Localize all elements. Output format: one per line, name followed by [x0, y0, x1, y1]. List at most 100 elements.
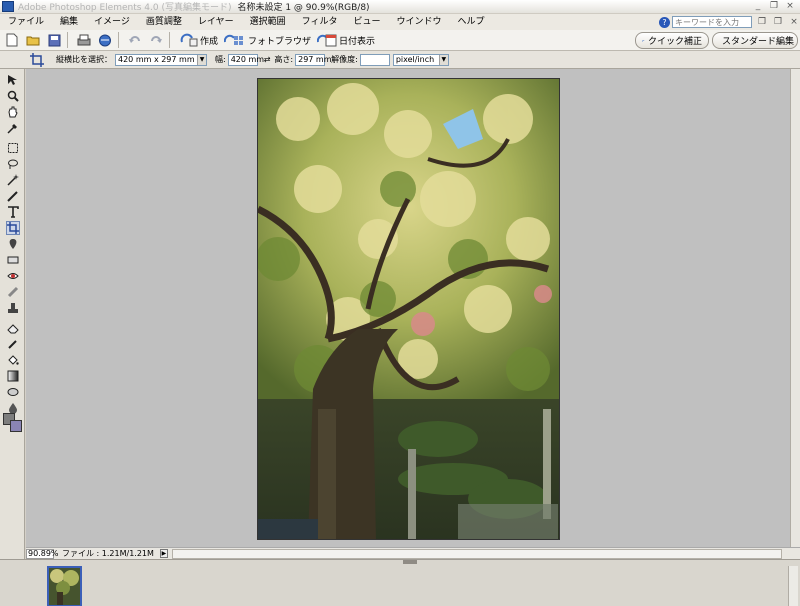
doc-minimize-button[interactable]: ❐: [756, 17, 768, 28]
lasso-tool[interactable]: [6, 157, 20, 171]
help-icon[interactable]: ?: [659, 16, 670, 28]
lasso-icon: [8, 159, 18, 169]
crop-tool-icon[interactable]: [30, 52, 44, 67]
type-tool[interactable]: [6, 205, 20, 219]
toolbar-separator: [169, 32, 170, 48]
online-service-button[interactable]: [96, 31, 114, 49]
resolution-unit-select[interactable]: pixel/inch ▼: [392, 53, 449, 66]
save-button[interactable]: [45, 31, 63, 49]
zoom-tool-icon: [7, 90, 19, 102]
shape-tool[interactable]: [6, 385, 20, 399]
tool-options-bar: 縦横比を選択： 420 mm x 297 mm ▼ 幅: 420 mm ⇄ 高さ…: [0, 51, 800, 69]
photo-browser-icon: [224, 34, 244, 45]
toolbar-separator: [67, 32, 68, 48]
move-tool[interactable]: [6, 73, 20, 87]
height-label: 高さ:: [274, 55, 294, 64]
move-tool-icon: [8, 75, 17, 85]
undo-button[interactable]: [126, 31, 144, 49]
resolution-input[interactable]: [359, 53, 390, 66]
open-button[interactable]: [24, 31, 42, 49]
eyedropper-tool[interactable]: [6, 121, 20, 135]
menu-filter[interactable]: フィルタ: [294, 14, 346, 30]
open-folder-icon: [26, 36, 40, 46]
aspect-ratio-select[interactable]: 420 mm x 297 mm ▼: [115, 53, 207, 66]
menu-image[interactable]: イメージ: [86, 14, 138, 30]
straighten-tool[interactable]: [6, 253, 20, 267]
menu-view[interactable]: ビュー: [345, 14, 388, 30]
aspect-ratio-value: 420 mm x 297 mm: [118, 54, 195, 64]
autumn-tree-photo: [258, 79, 559, 539]
app-title: Adobe Photoshop Elements 4.0 (写真編集モード): [18, 3, 232, 13]
spot-healing-tool[interactable]: [6, 285, 20, 299]
paint-bucket-tool[interactable]: [6, 353, 20, 367]
photo-bin-scrollbar[interactable]: [788, 566, 798, 606]
redo-button[interactable]: [147, 31, 165, 49]
menu-layer[interactable]: レイヤー: [190, 14, 242, 30]
straighten-icon: [7, 256, 19, 264]
redo-icon: [151, 36, 162, 43]
marquee-tool[interactable]: [6, 141, 20, 155]
doc-restore-button[interactable]: ❐: [772, 17, 784, 28]
document-canvas[interactable]: [257, 78, 560, 540]
cookie-cutter-icon: [9, 239, 17, 249]
swap-dimensions-icon[interactable]: ⇄: [264, 55, 271, 64]
new-file-button[interactable]: [3, 31, 21, 49]
menu-help[interactable]: ヘルプ: [449, 14, 492, 30]
close-button[interactable]: ×: [784, 1, 796, 12]
photo-browser-button[interactable]: フォトブラウザ: [224, 33, 311, 47]
magic-wand-tool[interactable]: [6, 173, 20, 187]
crop-tool[interactable]: [6, 221, 20, 235]
create-icon: [180, 33, 198, 47]
red-eye-tool[interactable]: [6, 269, 20, 283]
gradient-tool[interactable]: [6, 369, 20, 383]
width-input[interactable]: 420 mm: [227, 53, 264, 66]
menu-window[interactable]: ウインドウ: [388, 14, 449, 30]
resolution-unit-value: pixel/inch: [395, 54, 435, 64]
restore-button[interactable]: ❐: [768, 1, 780, 12]
pencil-tool[interactable]: [6, 337, 20, 351]
toolbox: [0, 69, 25, 606]
menu-edit[interactable]: 編集: [52, 14, 86, 30]
aspect-ratio-label: 縦横比を選択：: [56, 55, 112, 64]
menu-select[interactable]: 選択範囲: [242, 14, 294, 30]
title-bar: Adobe Photoshop Elements 4.0 (写真編集モード) 名…: [0, 0, 800, 14]
print-button[interactable]: [75, 31, 93, 49]
resolution-label: 解像度:: [331, 55, 358, 64]
print-icon: [77, 34, 91, 45]
create-button[interactable]: 作成: [180, 33, 218, 47]
doc-close-button[interactable]: ×: [788, 17, 800, 28]
minimize-button[interactable]: _: [752, 1, 764, 12]
eyedropper-icon: [7, 124, 17, 134]
eraser-tool[interactable]: [6, 321, 20, 335]
selection-brush-tool[interactable]: [6, 189, 20, 203]
standard-edit-label: スタンダード編集: [722, 37, 795, 47]
toolbar-separator: [118, 32, 119, 48]
photo-bin-thumbnail[interactable]: [47, 566, 82, 606]
height-input[interactable]: 297 mm: [295, 53, 332, 66]
app-logo-icon: [2, 1, 14, 12]
help-search-area: ? ❐ ❐ ×: [659, 14, 800, 30]
zoom-tool[interactable]: [6, 89, 20, 103]
background-color-swatch[interactable]: [10, 420, 22, 432]
color-swatches[interactable]: [3, 413, 23, 433]
chevron-down-icon: ▼: [197, 54, 206, 65]
quick-fix-button[interactable]: クイック補正: [635, 32, 709, 49]
vertical-scrollbar[interactable]: [790, 69, 800, 547]
quick-fix-label: クイック補正: [647, 37, 702, 47]
menu-enhance[interactable]: 画質調整: [138, 14, 190, 30]
status-bar: 90.89% ファイル : 1.21M/1.21M ▶: [26, 547, 800, 559]
clone-stamp-tool[interactable]: [6, 301, 20, 315]
cookie-cutter-tool[interactable]: [6, 237, 20, 251]
horizontal-scrollbar[interactable]: [171, 548, 782, 559]
standard-edit-button[interactable]: スタンダード編集: [712, 32, 798, 49]
marquee-icon: [8, 143, 18, 153]
menu-file[interactable]: ファイル: [0, 14, 52, 30]
help-search-input[interactable]: [672, 16, 752, 28]
hand-tool[interactable]: [6, 105, 20, 119]
type-tool-icon: [8, 206, 19, 218]
date-view-button[interactable]: 日付表示: [317, 33, 375, 47]
zoom-level-field[interactable]: 90.89%: [26, 548, 59, 559]
status-menu-arrow[interactable]: ▶: [159, 549, 168, 558]
save-icon: [48, 34, 60, 46]
photo-bin-grip[interactable]: [403, 560, 417, 564]
